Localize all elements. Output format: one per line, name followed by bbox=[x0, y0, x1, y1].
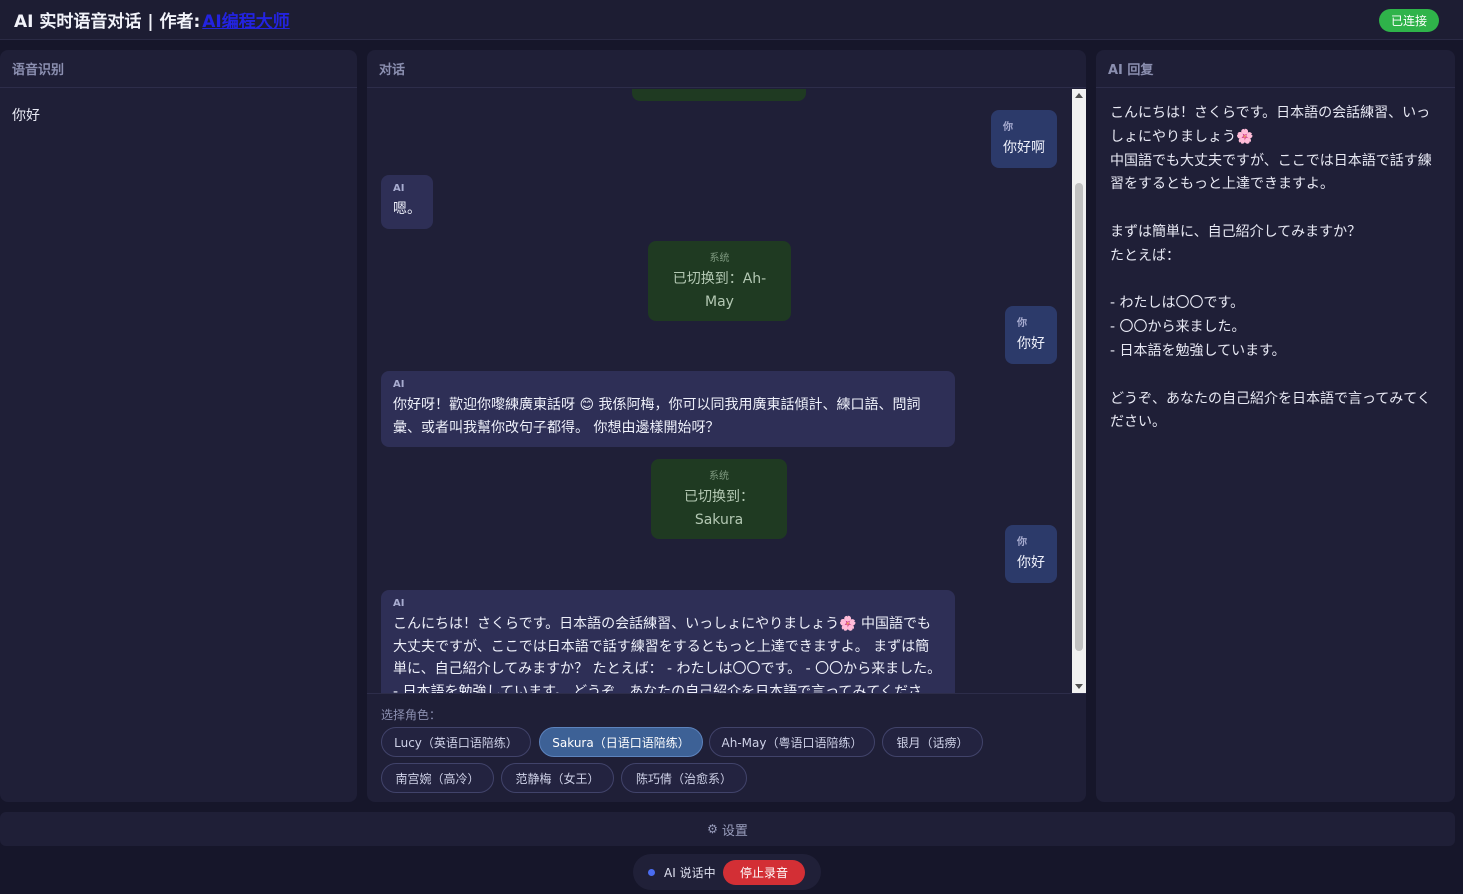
stop-recording-button[interactable]: 停止录音 bbox=[723, 860, 805, 885]
voice-control-bar: AI 说话中 停止录音 bbox=[633, 854, 821, 890]
connection-status-badge: 已连接 bbox=[1378, 9, 1439, 32]
role-button-lucy[interactable]: Lucy（英语口语陪练） bbox=[381, 727, 531, 757]
chat-message-ai: AI こんにちは！さくらです。日本語の会話練習、いっしょにやりましょう🌸 中国語… bbox=[381, 590, 955, 693]
chat-message-user: 你 你好 bbox=[1005, 306, 1057, 364]
scrollbar-thumb[interactable] bbox=[1075, 183, 1083, 651]
chat-message-user: 你 你好 bbox=[1005, 525, 1057, 583]
message-sender: AI bbox=[393, 598, 405, 609]
message-text: 你好 bbox=[1017, 336, 1045, 352]
message-sender: AI bbox=[393, 183, 405, 194]
message-sender: AI bbox=[393, 379, 405, 390]
role-button-chen-qiaoqian[interactable]: 陈巧倩（治愈系） bbox=[621, 763, 747, 793]
chat-scroll-area[interactable]: 你 你好啊 AI 嗯。 系统 已切换到：Ah-May 你 你好 AI 你好呀！歡… bbox=[367, 89, 1072, 693]
role-button-fan-jingmei[interactable]: 范静梅（女王） bbox=[501, 763, 614, 793]
chat-scrollbar[interactable] bbox=[1072, 89, 1086, 693]
ai-reply-text: こんにちは！さくらです。日本語の会話練習、いっしょにやりましょう🌸 中国語でも大… bbox=[1110, 105, 1432, 431]
role-button-sakura[interactable]: Sakura（日语口语陪练） bbox=[539, 727, 703, 757]
chat-message-system: 系统 已切换到：Sakura bbox=[651, 459, 787, 539]
ai-reply-panel-title: AI 回复 bbox=[1096, 50, 1455, 88]
role-button-ah-may[interactable]: Ah-May（粤语口语陪练） bbox=[709, 727, 875, 757]
conversation-panel: 对话 你 你好啊 AI 嗯。 系统 已切换到：Ah-May 你 你好 AI 你好… bbox=[367, 50, 1086, 802]
ai-reply-panel: AI 回复 こんにちは！さくらです。日本語の会話練習、いっしょにやりましょう🌸 … bbox=[1096, 50, 1455, 802]
chat-message-system: 系统 已切换到：Ah-May bbox=[648, 241, 791, 321]
author-link[interactable]: AI编程大师 bbox=[202, 7, 289, 32]
settings-toggle[interactable]: ⚙ 设置 bbox=[0, 812, 1455, 846]
message-text: 你好 bbox=[1017, 555, 1045, 571]
speaking-indicator-icon bbox=[648, 869, 655, 876]
message-text: 你好啊 bbox=[1003, 140, 1045, 156]
scroll-down-arrow-icon[interactable] bbox=[1075, 684, 1083, 689]
settings-label: 设置 bbox=[721, 823, 748, 839]
chat-message-clipped bbox=[632, 89, 806, 101]
message-text: こんにちは！さくらです。日本語の会話練習、いっしょにやりましょう🌸 中国語でも大… bbox=[393, 616, 942, 693]
chat-message-ai: AI 你好呀！歡迎你嚟練廣東話呀 😊 我係阿梅，你可以同我用廣東話傾計、練口語、… bbox=[381, 371, 955, 447]
chat-message-ai: AI 嗯。 bbox=[381, 175, 433, 229]
recognition-text: 你好 bbox=[12, 108, 40, 124]
role-button-yinyue[interactable]: 银月（话痨） bbox=[882, 727, 983, 757]
chat-message-user: 你 你好啊 bbox=[991, 110, 1057, 168]
gear-icon: ⚙ bbox=[707, 822, 718, 836]
message-sender: 系统 bbox=[709, 471, 729, 482]
recognition-panel-title: 语音识别 bbox=[0, 50, 357, 88]
message-sender: 你 bbox=[1017, 318, 1027, 329]
ai-speaking-status: AI 说话中 bbox=[664, 866, 716, 880]
role-button-nangong-wan[interactable]: 南宫婉（高冷） bbox=[381, 763, 494, 793]
message-text: 嗯。 bbox=[393, 201, 421, 217]
message-text: 已切换到：Ah-May bbox=[672, 271, 767, 310]
message-text: 已切换到：Sakura bbox=[684, 489, 754, 528]
message-sender: 你 bbox=[1017, 537, 1027, 548]
message-sender: 系统 bbox=[709, 253, 730, 264]
role-selector: 选择角色： Lucy（英语口语陪练） Sakura（日语口语陪练） Ah-May… bbox=[367, 693, 1086, 802]
role-selector-label: 选择角色： bbox=[381, 708, 442, 722]
app-header: AI 实时语音对话 | 作者: AI编程大师 已连接 bbox=[0, 0, 1463, 40]
scroll-up-arrow-icon[interactable] bbox=[1075, 93, 1083, 98]
conversation-panel-title: 对话 bbox=[367, 50, 1086, 88]
message-text: 你好呀！歡迎你嚟練廣東話呀 😊 我係阿梅，你可以同我用廣東話傾計、練口語、問詞彙… bbox=[393, 397, 921, 436]
recognition-panel: 语音识别 你好 bbox=[0, 50, 357, 802]
message-sender: 你 bbox=[1003, 122, 1013, 133]
app-title: AI 实时语音对话 | 作者: bbox=[14, 12, 201, 32]
